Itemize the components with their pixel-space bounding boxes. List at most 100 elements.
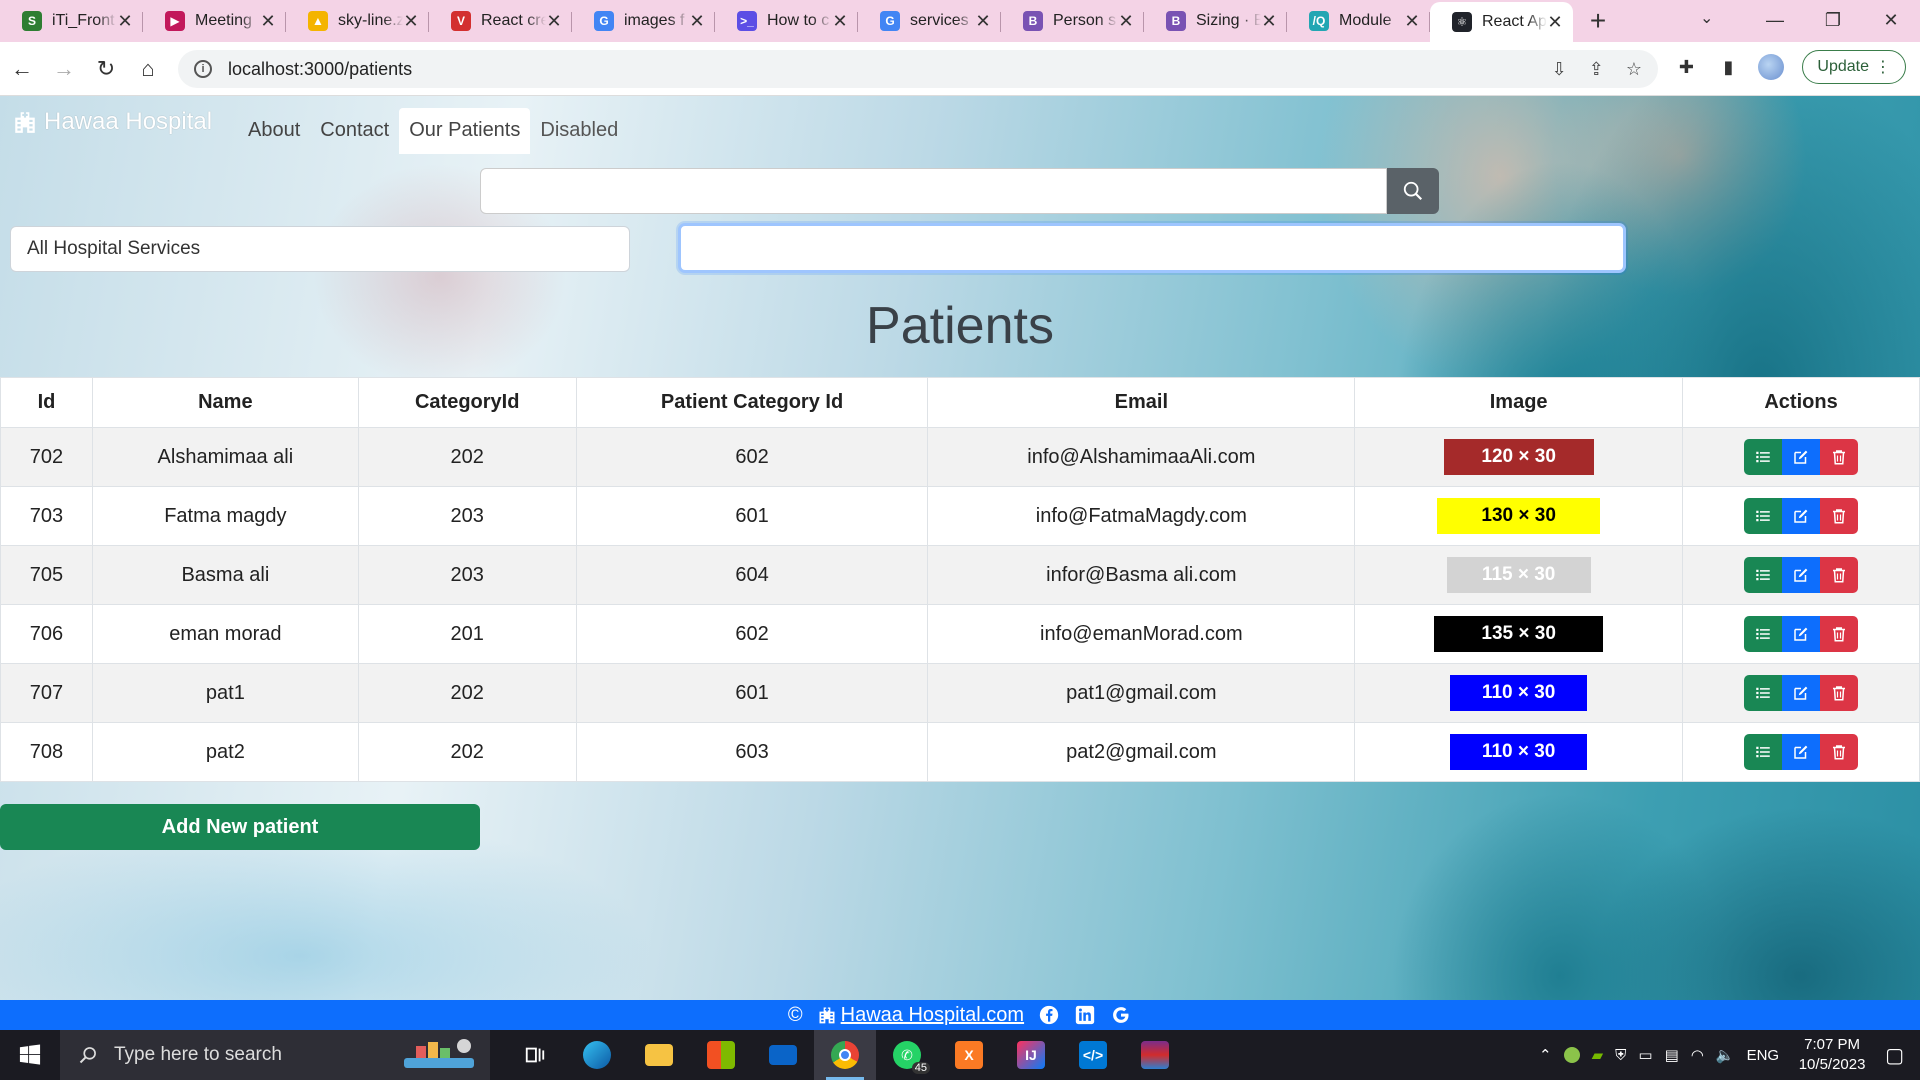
task-view-icon[interactable] xyxy=(504,1030,566,1080)
xampp-icon[interactable]: X xyxy=(938,1030,1000,1080)
install-icon[interactable]: ⇩ xyxy=(1552,59,1567,80)
browser-tab[interactable]: ▲ sky-line.z ✕ xyxy=(286,0,429,42)
device-icon[interactable]: ▤ xyxy=(1665,1046,1679,1064)
new-tab-plus-icon[interactable]: + xyxy=(1573,0,1623,42)
delete-trash-icon[interactable] xyxy=(1820,439,1859,475)
show-hidden-icons-chevron-icon[interactable]: ⌃ xyxy=(1539,1046,1552,1064)
edge-browser-icon[interactable] xyxy=(566,1030,628,1080)
forward-arrow-icon[interactable]: → xyxy=(44,49,84,89)
volume-icon[interactable]: 🔈 xyxy=(1716,1046,1735,1064)
details-list-icon[interactable] xyxy=(1744,734,1783,770)
windows-start-icon[interactable] xyxy=(0,1030,60,1080)
chrome-icon[interactable] xyxy=(814,1030,876,1080)
edit-icon[interactable] xyxy=(1782,616,1821,652)
facebook-icon[interactable] xyxy=(1038,1004,1060,1026)
extensions-puzzle-icon[interactable]: ✚ xyxy=(1674,55,1698,79)
share-icon[interactable]: ⇪ xyxy=(1589,59,1604,80)
details-list-icon[interactable] xyxy=(1744,616,1783,652)
tab-favicon-icon: B xyxy=(1166,11,1186,31)
restore-icon[interactable]: ❐ xyxy=(1804,0,1862,40)
whatsapp-icon[interactable]: ✆ 45 xyxy=(876,1030,938,1080)
edit-icon[interactable] xyxy=(1782,498,1821,534)
nav-contact[interactable]: Contact xyxy=(310,108,399,154)
tab-close-icon[interactable]: ✕ xyxy=(1118,11,1134,32)
profile-avatar[interactable] xyxy=(1758,54,1785,80)
tab-favicon-icon: S xyxy=(22,11,42,31)
tab-close-icon[interactable]: ✕ xyxy=(403,11,419,32)
filter-input[interactable] xyxy=(678,223,1626,273)
browser-tab[interactable]: V React cre ✕ xyxy=(429,0,572,42)
delete-trash-icon[interactable] xyxy=(1820,498,1859,534)
browser-tab[interactable]: Gimages f ✕ xyxy=(572,0,715,42)
clock[interactable]: 7:07 PM 10/5/2023 xyxy=(1791,1035,1873,1075)
browser-tab[interactable]: /Q Module ✕ xyxy=(1287,0,1430,42)
search-button[interactable] xyxy=(1387,168,1439,214)
footer-site-link[interactable]: Hawaa Hospital.com xyxy=(817,1004,1024,1027)
details-list-icon[interactable] xyxy=(1744,439,1783,475)
minimize-icon[interactable]: — xyxy=(1746,0,1804,40)
winrar-icon[interactable] xyxy=(1124,1030,1186,1080)
browser-tab[interactable]: ▶ Meeting ✕ xyxy=(143,0,286,42)
battery-icon[interactable]: ▭ xyxy=(1638,1046,1652,1064)
tab-search-chevron-icon[interactable]: ⌄ xyxy=(1700,8,1713,28)
details-list-icon[interactable] xyxy=(1744,557,1783,593)
tab-close-icon[interactable]: ✕ xyxy=(1261,11,1277,32)
edit-icon[interactable] xyxy=(1782,557,1821,593)
search-input[interactable] xyxy=(480,168,1387,214)
address-bar[interactable]: i localhost:3000/patients ⇩ ⇪ ☆ xyxy=(178,50,1658,88)
file-explorer-icon[interactable] xyxy=(628,1030,690,1080)
navbar-brand[interactable]: Hawaa Hospital xyxy=(12,108,212,136)
notifications-icon[interactable]: ▢ xyxy=(1885,1043,1904,1068)
back-arrow-icon[interactable]: ← xyxy=(2,49,42,89)
tab-close-icon[interactable]: ✕ xyxy=(260,11,276,32)
delete-trash-icon[interactable] xyxy=(1820,675,1859,711)
linkedin-icon[interactable] xyxy=(1074,1004,1096,1026)
home-icon[interactable]: ⌂ xyxy=(128,49,168,89)
service-filter-select[interactable]: All Hospital Services xyxy=(10,226,630,272)
nav-about[interactable]: About xyxy=(238,108,310,154)
browser-tab[interactable]: B Person s ✕ xyxy=(1001,0,1144,42)
taskbar-search[interactable]: Type here to search xyxy=(60,1030,490,1080)
nvidia-icon[interactable]: ▰ xyxy=(1592,1046,1604,1064)
details-list-icon[interactable] xyxy=(1744,498,1783,534)
edit-icon[interactable] xyxy=(1782,439,1821,475)
edit-icon[interactable] xyxy=(1782,675,1821,711)
cell-email: info@AlshamimaaAli.com xyxy=(927,427,1356,487)
intellij-icon[interactable]: IJ xyxy=(1000,1030,1062,1080)
browser-tab[interactable]: >_ How to c ✕ xyxy=(715,0,858,42)
main-nav: About Contact Our Patients Disabled xyxy=(238,108,628,154)
side-panel-icon[interactable]: ▮ xyxy=(1716,55,1740,79)
site-info-icon[interactable]: i xyxy=(194,60,212,78)
table-row: 707 pat1 202 601 pat1@gmail.com 110 × 30 xyxy=(0,663,1920,723)
update-button[interactable]: Update ⋮ xyxy=(1802,50,1906,84)
tab-close-icon[interactable]: ✕ xyxy=(832,11,848,32)
google-icon[interactable] xyxy=(1110,1004,1132,1026)
browser-tab[interactable]: ⚛ React Ap ✕ xyxy=(1430,2,1573,42)
language-indicator[interactable]: ENG xyxy=(1747,1047,1780,1064)
tab-close-icon[interactable]: ✕ xyxy=(975,11,991,32)
vscode-icon[interactable]: </> xyxy=(1062,1030,1124,1080)
tab-close-icon[interactable]: ✕ xyxy=(1404,11,1420,32)
delete-trash-icon[interactable] xyxy=(1820,616,1859,652)
tab-close-icon[interactable]: ✕ xyxy=(546,11,562,32)
security-shield-icon[interactable]: ⛨ xyxy=(1615,1047,1626,1064)
nav-our-patients[interactable]: Our Patients xyxy=(399,108,531,154)
bookmark-star-icon[interactable]: ☆ xyxy=(1626,59,1642,80)
close-window-icon[interactable]: ✕ xyxy=(1862,0,1920,40)
delete-trash-icon[interactable] xyxy=(1820,734,1859,770)
microsoft-store-icon[interactable] xyxy=(690,1030,752,1080)
tab-close-icon[interactable]: ✕ xyxy=(1547,12,1563,33)
delete-trash-icon[interactable] xyxy=(1820,557,1859,593)
browser-tab[interactable]: SiTi_Front ✕ xyxy=(0,0,143,42)
tab-close-icon[interactable]: ✕ xyxy=(117,11,133,32)
green-tray-icon[interactable] xyxy=(1563,1047,1580,1063)
browser-tab[interactable]: B Sizing · B ✕ xyxy=(1144,0,1287,42)
add-new-patient-button[interactable]: Add New patient xyxy=(0,804,480,850)
mail-icon[interactable] xyxy=(752,1030,814,1080)
details-list-icon[interactable] xyxy=(1744,675,1783,711)
wifi-icon[interactable]: ◠ xyxy=(1691,1046,1704,1064)
reload-icon[interactable]: ↻ xyxy=(86,49,126,89)
browser-tab[interactable]: Gservices ✕ xyxy=(858,0,1001,42)
edit-icon[interactable] xyxy=(1782,734,1821,770)
tab-close-icon[interactable]: ✕ xyxy=(689,11,705,32)
